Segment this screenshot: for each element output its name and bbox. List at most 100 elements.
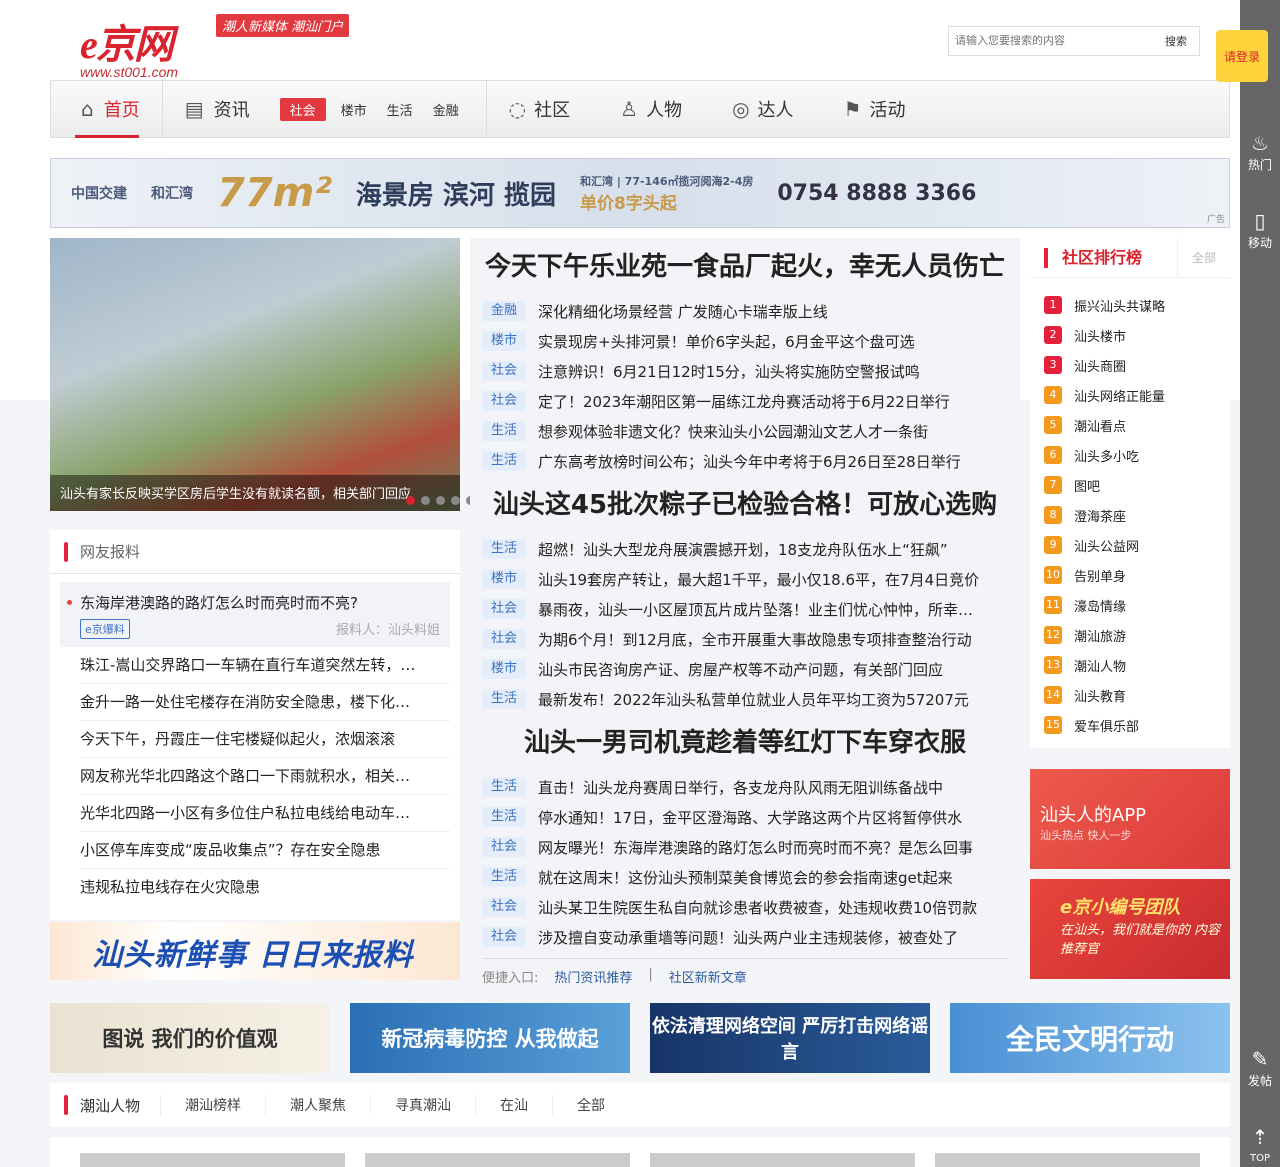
app-promo[interactable]: 汕头人的APP 汕头热点 快人一步 [1030,769,1230,869]
mobile-button[interactable]: ▯ 移动 [1240,208,1280,251]
ranking-item[interactable]: 2 汕头楼市 [1044,320,1230,350]
category-tag[interactable]: 生活 [482,689,526,709]
news-item[interactable]: 社会 定了！2023年潮阳区第一届练江龙舟赛活动将于6月22日举行 [482,386,1008,416]
news-item[interactable]: 生活 停水通知！17日，金平区澄海路、大学路这两个片区将暂停供水 [482,802,1008,832]
search-button[interactable]: 搜索 [1153,33,1199,49]
news-item[interactable]: 生活 超燃！汕头大型龙舟展演震撼开划，18支龙舟队伍水上“狂飙” [482,534,1008,564]
photo-carousel[interactable]: 汕头有家长反映买学区房后学生没有就读名额，相关部门回应 [50,238,475,511]
report-item[interactable]: 今天下午，丹霞庄一住宅楼疑似起火，浓烟滚滚 [80,721,450,758]
report-item[interactable]: 光华北四路一小区有多位住户私拉电线给电动车… [80,795,450,832]
thumbnail[interactable] [365,1153,630,1167]
news-item[interactable]: 社会 为期6个月！到12月底，全市开展重大事故隐患专项排查整治行动 [482,624,1008,654]
ranking-item[interactable]: 12 潮汕旅游 [1044,620,1230,650]
ranking-item[interactable]: 14 汕头教育 [1044,680,1230,710]
category-tag[interactable]: 社会 [482,629,526,649]
thumbnail[interactable] [935,1153,1200,1167]
tab[interactable]: 潮汕榜样 [161,1095,267,1115]
thumbnail[interactable] [80,1153,345,1167]
category-tag[interactable]: 楼市 [482,331,526,351]
featured-report[interactable]: 东海岸港澳路的路灯怎么时而亮时而不亮? e京爆料 报料人：汕头料姐 [60,582,450,647]
category-tag[interactable]: 生活 [482,451,526,471]
news-item[interactable]: 生活 就在这周末！这份汕头预制菜美食博览会的参会指南速get起来 [482,862,1008,892]
nav-people[interactable]: ♙ 人物 [620,96,682,122]
news-title[interactable]: 深化精细化场景经营 广发随心卡瑞幸版上线 [538,301,828,322]
thumbnail[interactable] [650,1153,915,1167]
topic-ad[interactable]: 依法清理网络空间 严厉打击网络谣言 [650,1003,930,1073]
back-to-top-button[interactable]: ⇡ TOP [1240,1124,1280,1164]
ranking-item[interactable]: 10 告别单身 [1044,560,1230,590]
category-tag[interactable]: 生活 [482,867,526,887]
nav-sub-life[interactable]: 生活 [382,99,418,120]
news-title[interactable]: 汕头市民咨询房产证、房屋产权等不动产问题，有关部门回应 [538,659,943,680]
ranking-item[interactable]: 8 澄海茶座 [1044,500,1230,530]
tab[interactable]: 寻真潮汕 [371,1095,477,1115]
ranking-item[interactable]: 1 振兴汕头共谋略 [1044,290,1230,320]
tab[interactable]: 潮人聚焦 [266,1095,372,1115]
news-item[interactable]: 社会 暴雨夜，汕头一小区屋顶瓦片成片坠落！业主们忧心忡忡，所幸… [482,594,1008,624]
report-item[interactable]: 小区停车库变成“废品收集点”？存在安全隐患 [80,832,450,869]
ranking-item[interactable]: 4 汕头网络正能量 [1044,380,1230,410]
news-title[interactable]: 涉及擅自变动承重墙等问题！汕头两户业主违规装修，被查处了 [538,927,958,948]
tab[interactable]: 全部 [553,1095,629,1115]
news-item[interactable]: 生活 想参观体验非遗文化？快来汕头小公园潮汕文艺人才一条街 [482,416,1008,446]
carousel-dot[interactable] [451,496,460,505]
report-item[interactable]: 金升一路一处住宅楼存在消防安全隐患，楼下化… [80,684,450,721]
topic-ad[interactable]: 新冠病毒防控 从我做起 [350,1003,630,1073]
report-item[interactable]: 网友称光华北四路这个路口一下雨就积水，相关… [80,758,450,795]
news-title[interactable]: 汕头19套房产转让，最大超1千平，最小仅18.6平，在7月4日竞价 [538,569,979,590]
login-button[interactable]: 请登录 [1216,30,1268,82]
quick-link[interactable]: 热门资讯推荐 [554,967,632,986]
ranking-item[interactable]: 13 潮汕人物 [1044,650,1230,680]
ranking-item[interactable]: 15 爱车俱乐部 [1044,710,1230,740]
quick-link[interactable]: 社区新新文章 [669,967,747,986]
carousel-dot[interactable] [421,496,430,505]
category-tag[interactable]: 生活 [482,421,526,441]
news-item[interactable]: 生活 广东高考放榜时间公布；汕头今年中考将于6月26日至28日举行 [482,446,1008,476]
news-item[interactable]: 楼市 汕头市民咨询房产证、房屋产权等不动产问题，有关部门回应 [482,654,1008,684]
news-title[interactable]: 就在这周末！这份汕头预制菜美食博览会的参会指南速get起来 [538,867,953,888]
news-title[interactable]: 直击！汕头龙舟赛周日举行，各支龙舟队风雨无阻训练备战中 [538,777,943,798]
news-title[interactable]: 超燃！汕头大型龙舟展演震撼开划，18支龙舟队伍水上“狂飙” [538,539,948,560]
category-tag[interactable]: 楼市 [482,569,526,589]
report-item[interactable]: 违规私拉电线存在火灾隐患 [80,869,450,906]
nav-sub-finance[interactable]: 金融 [428,99,464,120]
news-item[interactable]: 社会 注意辨识！6月21日12时15分，汕头将实施防空警报试鸣 [482,356,1008,386]
news-title[interactable]: 广东高考放榜时间公布；汕头今年中考将于6月26日至28日举行 [538,451,961,472]
ranking-item[interactable]: 3 汕头商圈 [1044,350,1230,380]
category-tag[interactable]: 楼市 [482,659,526,679]
topic-ad[interactable]: 全民文明行动 [950,1003,1230,1073]
ranking-item[interactable]: 6 汕头多小吃 [1044,440,1230,470]
nav-sub-society[interactable]: 社会 [279,97,326,121]
nav-activity[interactable]: ⚑ 活动 [844,96,906,122]
category-tag[interactable]: 生活 [482,539,526,559]
nav-expert[interactable]: ◎ 达人 [732,96,793,122]
news-title[interactable]: 最新发布！2022年汕头私营单位就业人员年平均工资为57207元 [538,689,969,710]
headline[interactable]: 今天下午乐业苑一食品厂起火，幸无人员伤亡 [482,238,1008,296]
news-item[interactable]: 楼市 汕头19套房产转让，最大超1千平，最小仅18.6平，在7月4日竞价 [482,564,1008,594]
category-tag[interactable]: 生活 [482,777,526,797]
category-tag[interactable]: 社会 [482,897,526,917]
ranking-all-link[interactable]: 全部 [1176,237,1230,278]
category-tag[interactable]: 社会 [482,391,526,411]
news-title[interactable]: 想参观体验非遗文化？快来汕头小公园潮汕文艺人才一条街 [538,421,928,442]
category-tag[interactable]: 社会 [482,837,526,857]
news-title[interactable]: 网友曝光！东海岸港澳路的路灯怎么时而亮时而不亮？是怎么回事 [538,837,973,858]
news-title[interactable]: 停水通知！17日，金平区澄海路、大学路这两个片区将暂停供水 [538,807,962,828]
report-banner[interactable]: 汕头新鲜事 日日来报料 [50,922,460,980]
news-title[interactable]: 汕头某卫生院医生私自向就诊患者收费被查，处违规收费10倍罚款 [538,897,977,918]
headline[interactable]: 汕头一男司机竟趁着等红灯下车穿衣服 [482,714,1008,772]
category-tag[interactable]: 金融 [482,301,526,321]
category-tag[interactable]: 生活 [482,807,526,827]
news-item[interactable]: 社会 汕头某卫生院医生私自向就诊患者收费被查，处违规收费10倍罚款 [482,892,1008,922]
site-logo[interactable]: e京网 www.st001.com [80,12,178,80]
news-title[interactable]: 为期6个月！到12月底，全市开展重大事故隐患专项排查整治行动 [538,629,972,650]
headline[interactable]: 汕头这45批次粽子已检验合格！可放心选购 [482,476,1008,534]
post-button[interactable]: ✎ 发帖 [1240,1046,1280,1089]
category-tag[interactable]: 社会 [482,927,526,947]
carousel-dot[interactable] [406,496,415,505]
ad-banner[interactable]: 中国交建 和汇湾 77m² 海景房 滨河 揽园 和汇湾 | 77-146㎡揽河阅海2… [50,158,1230,228]
category-tag[interactable]: 社会 [482,361,526,381]
ranking-item[interactable]: 7 图吧 [1044,470,1230,500]
nav-sub-property[interactable]: 楼市 [336,99,372,120]
ranking-item[interactable]: 5 潮汕看点 [1044,410,1230,440]
